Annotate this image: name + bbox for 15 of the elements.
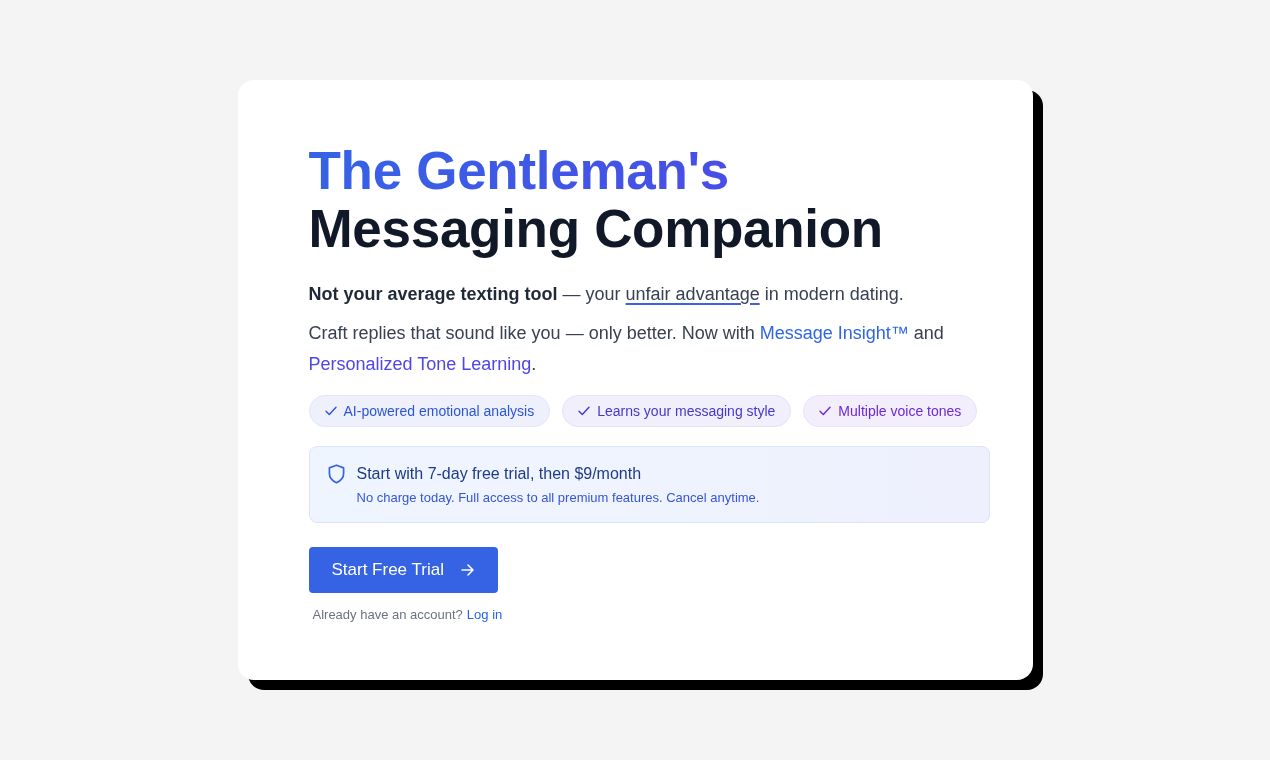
tagline-text: Not your average texting tool — your unfair advantage in modern dating. [308, 283, 904, 306]
arrow-icon [460, 564, 474, 576]
shield-icon [327, 464, 345, 484]
check-icon [819, 406, 832, 416]
notice-subtitle: No charge today. Full access to all premium features. Cancel anytime. [356, 489, 760, 507]
check-icon [578, 406, 591, 416]
check-icon [324, 406, 337, 416]
start-trial-button[interactable]: Start Free Trial [308, 547, 498, 593]
feature-label: AI-powered emotional analysis [343, 403, 535, 419]
login-prompt: Already have an account? [312, 606, 463, 624]
description-text: Craft replies that sound like you — only better. Now with Message Insight™ and Personalized Tone Learning. [308, 322, 945, 376]
notice-title: Start with 7-day free trial, then $9/month [356, 464, 643, 484]
feature-label: Multiple voice tones [838, 403, 962, 419]
feature-label: Learns your messaging style [597, 403, 776, 419]
login-link[interactable]: Log in [466, 606, 503, 624]
